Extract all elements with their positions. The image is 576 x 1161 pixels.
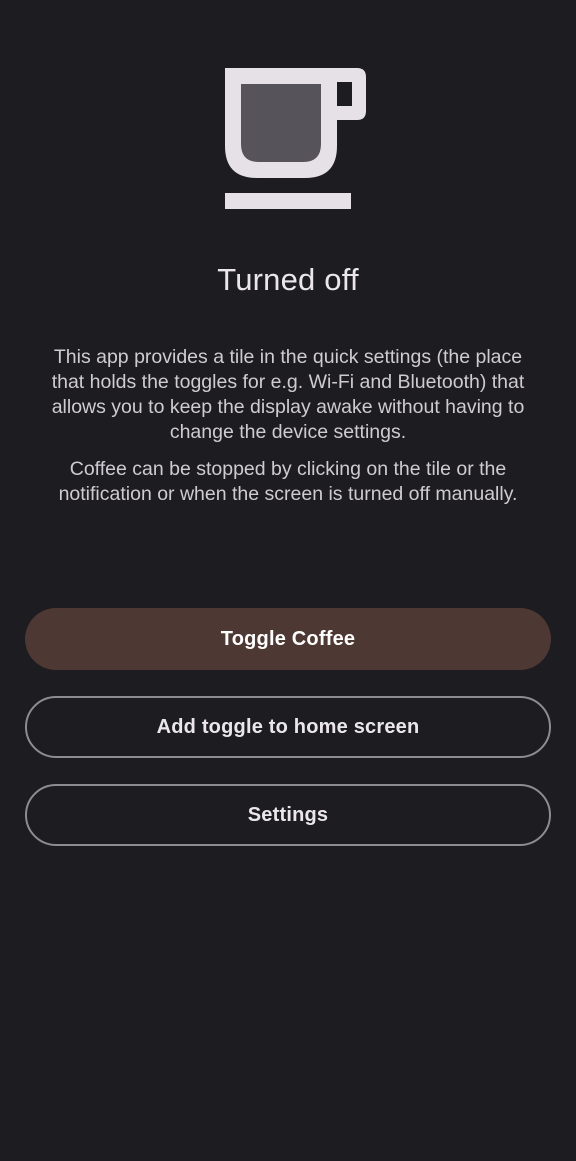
description-paragraph: This app provides a tile in the quick se… <box>51 346 525 443</box>
status-title: Turned off <box>217 262 359 297</box>
add-toggle-home-button[interactable]: Add toggle to home screen <box>25 696 551 758</box>
toggle-coffee-button[interactable]: Toggle Coffee <box>25 608 551 670</box>
settings-button[interactable]: Settings <box>25 784 551 846</box>
coffee-cup-icon <box>225 68 367 210</box>
description-paragraph: Coffee can be stopped by clicking on the… <box>58 458 518 505</box>
main-screen: Turned off This app provides a tile in t… <box>0 0 576 1161</box>
description: This app provides a tile in the quick se… <box>50 345 526 519</box>
